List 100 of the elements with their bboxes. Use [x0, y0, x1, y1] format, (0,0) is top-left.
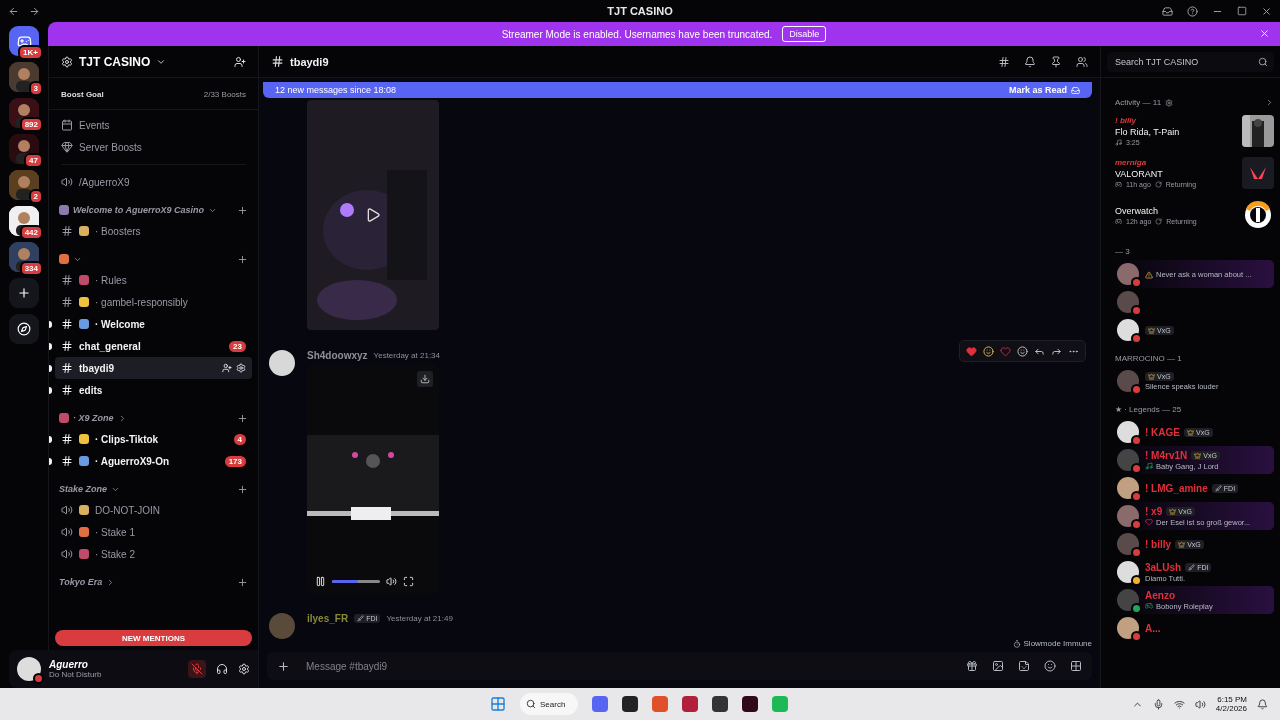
chat-app-icon[interactable] — [592, 696, 608, 712]
add-reaction-icon[interactable] — [1017, 345, 1028, 357]
inbox-icon[interactable] — [1162, 5, 1173, 17]
members-icon[interactable] — [1076, 55, 1088, 68]
gif-icon[interactable] — [992, 660, 1004, 672]
apps-icon[interactable] — [1070, 660, 1082, 672]
add-channel-button[interactable] — [237, 576, 248, 588]
channel-item[interactable]: edits — [55, 379, 252, 401]
category-name[interactable]: Tokyo Era — [59, 577, 103, 587]
composer-bar[interactable]: Message #tbaydi9 — [267, 652, 1092, 680]
heart-reaction-icon[interactable] — [966, 345, 977, 357]
emoji-icon[interactable] — [1044, 660, 1056, 672]
heart-icon — [1145, 518, 1153, 526]
play-button[interactable] — [365, 207, 381, 223]
fullscreen-button[interactable] — [403, 575, 414, 587]
pin-icon[interactable] — [1050, 55, 1062, 68]
settings-icon[interactable] — [1165, 98, 1174, 107]
unread-count: 334 — [19, 261, 43, 276]
emoji-icon — [59, 205, 69, 215]
network-icon[interactable] — [1173, 698, 1185, 710]
returning-icon — [1154, 181, 1162, 188]
emoji-icon — [59, 413, 69, 423]
channel-item[interactable]: chat_general 23 — [55, 335, 252, 357]
channel-item[interactable]: Events — [55, 114, 252, 136]
channel-item[interactable]: /AguerroX9 — [55, 171, 252, 193]
channel-item[interactable]: · Stake 2 — [55, 543, 252, 565]
download-button[interactable] — [417, 371, 433, 387]
group-header: ★ · Legends — 25 — [1115, 405, 1182, 414]
mute-button[interactable] — [188, 660, 206, 678]
back-button[interactable] — [8, 5, 19, 17]
sticker-icon[interactable] — [1018, 660, 1030, 672]
taskbar-search[interactable]: Search — [520, 693, 578, 715]
notifications-icon[interactable] — [1024, 55, 1036, 68]
member-item[interactable]: A... — [1115, 614, 1274, 642]
chevron-right-icon[interactable] — [1265, 98, 1274, 107]
emoji-icon — [79, 297, 89, 307]
settings-button[interactable] — [238, 663, 250, 675]
add-channel-button[interactable] — [237, 253, 248, 265]
notification-icon[interactable] — [1257, 698, 1268, 710]
hash-icon — [61, 433, 73, 445]
attach-button[interactable] — [277, 659, 290, 673]
channel-item[interactable]: · Stake 1 — [55, 521, 252, 543]
close-button[interactable] — [1259, 28, 1270, 39]
channel-item[interactable]: · gambel-responsibly — [55, 291, 252, 313]
speaker-icon — [61, 548, 73, 560]
author-name[interactable]: ilyes_FR — [307, 613, 349, 624]
new-mentions-button[interactable]: NEW MENTIONS — [55, 630, 252, 646]
channel-item[interactable]: · AguerroX9-On 173 — [55, 450, 252, 472]
add-channel-button[interactable] — [237, 204, 248, 216]
app-icon[interactable] — [742, 696, 758, 712]
app-icon[interactable] — [682, 696, 698, 712]
forward-button[interactable] — [29, 5, 40, 17]
channel-item[interactable]: · Clips-Tiktok 4 — [55, 428, 252, 450]
window-title: TJT CASINO — [607, 5, 673, 17]
category-name[interactable]: Stake Zone — [59, 484, 107, 494]
mention-count: 23 — [229, 340, 246, 352]
channel-item[interactable]: DO-NOT-JOIN — [55, 499, 252, 521]
gift-icon[interactable] — [966, 660, 978, 672]
volume-slider[interactable] — [332, 579, 380, 583]
volume-icon[interactable] — [1194, 698, 1206, 710]
help-icon[interactable] — [1187, 5, 1198, 17]
threads-icon[interactable] — [998, 55, 1010, 68]
add-server-button[interactable] — [9, 278, 39, 308]
warning-icon — [1145, 270, 1153, 279]
channel-item[interactable]: · Boosters — [55, 220, 252, 242]
invite-icon[interactable] — [222, 363, 232, 373]
search-bar[interactable]: Search TJT CASINO — [1107, 51, 1274, 72]
timestamp: Yesterday at 21:49 — [386, 614, 453, 623]
channel-item[interactable]: Server Boosts — [55, 136, 252, 158]
invite-icon[interactable] — [234, 55, 246, 68]
app-icon[interactable] — [622, 696, 638, 712]
volume-icon[interactable] — [386, 575, 397, 587]
recorder-icon[interactable] — [712, 696, 728, 712]
maximize-button[interactable] — [1237, 6, 1247, 16]
crown-icon — [1148, 326, 1155, 334]
timestamp: Yesterday at 21:34 — [373, 351, 440, 360]
search-field[interactable]: Search TJT CASINO — [1113, 55, 1258, 68]
message-input[interactable]: Message #tbaydi9 — [304, 659, 952, 673]
channel-item[interactable]: · Welcome — [55, 313, 252, 335]
category-name[interactable]: · X9 Zone — [73, 413, 114, 423]
emoji-icon — [79, 549, 89, 559]
unread-indicator — [49, 457, 52, 465]
add-channel-button[interactable] — [237, 412, 248, 424]
disable-button[interactable]: Disable — [782, 26, 827, 42]
headphones-button[interactable] — [216, 663, 228, 675]
close-button[interactable] — [1261, 5, 1272, 17]
category-name[interactable]: Welcome to AguerroX9 Casino — [73, 205, 205, 215]
author-name[interactable]: Sh4doowxyz — [307, 350, 368, 361]
hash-icon — [61, 296, 73, 308]
mark-as-read-button[interactable]: Mark as Read — [1008, 85, 1080, 95]
clock[interactable]: 6:15 PM 4/2/2026 — [1215, 695, 1247, 713]
server-name[interactable]: TJT CASINO — [79, 54, 151, 69]
add-channel-button[interactable] — [237, 483, 248, 495]
start-button[interactable] — [490, 696, 506, 712]
microphone-icon[interactable] — [1152, 698, 1164, 710]
emoji-icon — [79, 275, 89, 285]
channel-item[interactable]: · Rules — [55, 269, 252, 291]
laughing-reaction-icon[interactable] — [983, 345, 994, 357]
discover-button[interactable] — [9, 314, 39, 344]
pause-button[interactable] — [315, 575, 326, 587]
